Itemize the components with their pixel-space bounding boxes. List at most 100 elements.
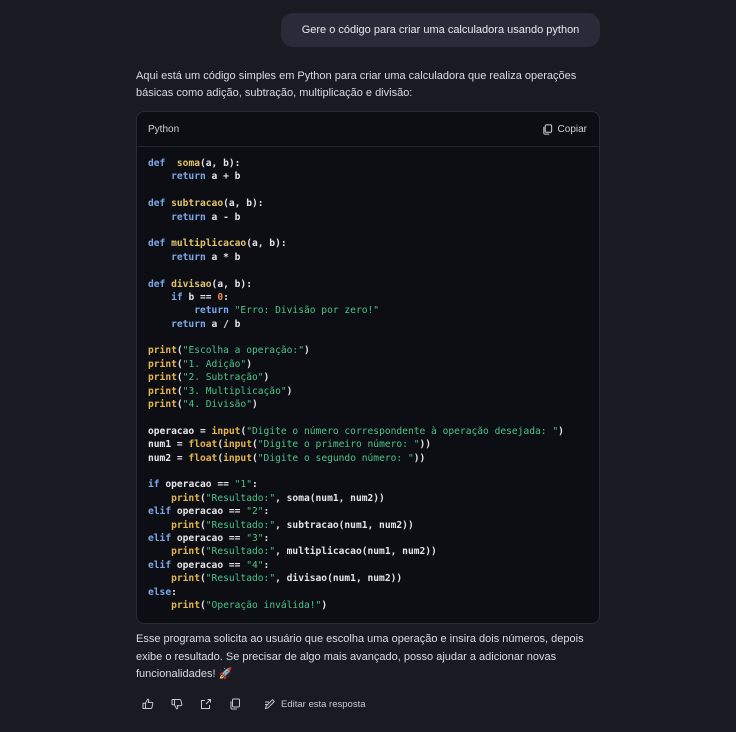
code-line: elif operacao == "3": xyxy=(148,532,588,545)
code-line: if b == 0: xyxy=(148,291,588,304)
copy-code-button[interactable]: Copiar xyxy=(542,124,587,135)
code-line: print("Resultado:", subtracao(num1, num2… xyxy=(148,519,588,532)
code-line: print("Resultado:", multiplicacao(num1, … xyxy=(148,545,588,558)
code-line: return a + b xyxy=(148,170,588,183)
copy-icon xyxy=(230,698,240,710)
code-token: "1. Adição" xyxy=(182,358,247,370)
code-line: if operacao == "1": xyxy=(148,478,588,491)
code-token: "1" xyxy=(234,479,252,491)
code-line: def multiplicacao(a, b): xyxy=(148,237,588,250)
code-token: else xyxy=(148,586,172,598)
copy-response-button[interactable] xyxy=(227,696,243,712)
code-token: ) xyxy=(246,358,252,370)
code-content: def soma(a, b): return a + b def subtrac… xyxy=(137,147,599,622)
code-token: (a, b): xyxy=(211,278,252,290)
code-line: print("3. Multiplicação") xyxy=(148,385,588,398)
copy-label: Copiar xyxy=(557,123,587,135)
code-token: return xyxy=(171,318,206,330)
code-line: num2 = float(input("Digite o segundo núm… xyxy=(148,452,588,465)
code-token: "3. Multiplicação" xyxy=(182,385,287,397)
code-token: (a, b): xyxy=(200,158,241,169)
code-token: b == xyxy=(182,291,218,303)
code-token: multiplicacao xyxy=(171,238,247,250)
code-line: num1 = float(input("Digite o primeiro nú… xyxy=(148,438,588,451)
code-token: ) xyxy=(286,385,293,397)
code-token: input xyxy=(223,439,252,451)
code-token: : xyxy=(223,291,229,303)
code-token: soma xyxy=(176,158,200,169)
code-line: elif operacao == "2": xyxy=(148,505,588,518)
code-token: return xyxy=(171,251,206,263)
code-token: a - b xyxy=(205,211,241,223)
code-token: num2 = xyxy=(148,452,189,464)
code-line: return a - b xyxy=(148,211,588,224)
code-token: print xyxy=(171,519,200,531)
code-token: , soma(num1, num2)) xyxy=(275,492,385,504)
assistant-outro-text: Esse programa solicita ao usuário que es… xyxy=(136,633,584,680)
user-message: Gere o código para criar uma calculadora… xyxy=(281,13,600,47)
code-token: print xyxy=(171,599,200,611)
edit-response-label: Editar esta resposta xyxy=(281,698,366,710)
assistant-intro-text: Aqui está um código simples em Python pa… xyxy=(136,70,577,99)
code-line: return a / b xyxy=(148,318,588,331)
code-token: ) xyxy=(263,372,270,384)
thumbs-up-button[interactable] xyxy=(140,696,156,712)
code-token: : xyxy=(171,586,177,598)
code-token: print xyxy=(148,358,177,370)
code-token: operacao == xyxy=(171,506,247,518)
code-line: return a * b xyxy=(148,251,588,264)
code-token: if xyxy=(148,479,160,491)
code-line: print("Resultado:", divisao(num1, num2)) xyxy=(148,572,588,585)
code-token: print xyxy=(148,385,177,397)
code-token: "Resultado:" xyxy=(205,573,276,585)
code-token: def xyxy=(148,278,166,290)
code-token: a + b xyxy=(205,171,241,183)
code-token: float xyxy=(188,452,218,464)
code-token: , divisao(num1, num2)) xyxy=(275,573,403,585)
code-token: (a, b): xyxy=(246,238,287,250)
copy-icon xyxy=(542,123,552,135)
code-token: )) xyxy=(413,452,426,464)
code-token: ) xyxy=(558,425,564,437)
code-line: operacao = input("Digite o número corres… xyxy=(148,425,588,438)
code-token: "2" xyxy=(246,506,264,518)
code-token: : xyxy=(263,559,270,571)
code-token: subtracao xyxy=(171,198,224,210)
code-token: "Digite o segundo número: " xyxy=(257,452,414,464)
code-token: "Erro: Divisão por zero!" xyxy=(234,305,380,317)
code-token: return xyxy=(171,211,206,223)
code-token: a * b xyxy=(205,251,241,263)
code-token: "Escolha a operação:" xyxy=(182,345,304,357)
code-token: ) xyxy=(321,599,328,611)
code-token: num1 = xyxy=(148,439,189,451)
code-token: elif xyxy=(148,532,172,544)
code-token: ) xyxy=(303,345,310,357)
code-line: print("1. Adição") xyxy=(148,358,588,371)
thumbs-up-icon xyxy=(142,698,154,709)
code-token: "Digite o primeiro número: " xyxy=(257,439,420,451)
code-token: operacao = xyxy=(148,425,212,437)
code-token: if xyxy=(171,291,183,303)
code-token: : xyxy=(263,532,270,544)
code-token: : xyxy=(251,479,258,491)
code-token: elif xyxy=(148,506,172,518)
share-button[interactable] xyxy=(198,696,214,712)
code-token: "Resultado:" xyxy=(205,519,276,531)
code-token: : xyxy=(263,506,270,518)
edit-response-button[interactable]: Editar esta resposta xyxy=(264,698,366,710)
thumbs-down-button[interactable] xyxy=(169,696,185,712)
code-token: "Operação inválida!" xyxy=(205,599,322,611)
